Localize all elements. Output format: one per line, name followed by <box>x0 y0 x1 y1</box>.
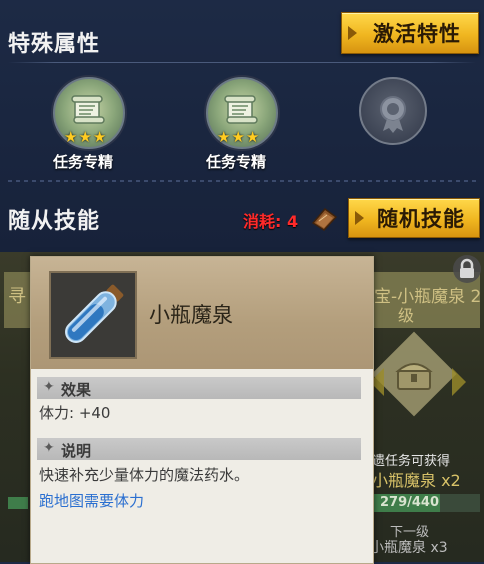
medal-icon <box>380 96 406 133</box>
potion-vial-icon <box>65 284 124 343</box>
skill-card-left-title: 寻 <box>8 286 26 307</box>
trait-stars-2: ★★★ <box>217 128 261 146</box>
activate-trait-label: 激活特性 <box>373 22 461 46</box>
description-text: 快速补充少量体力的魔法药水。 <box>39 466 250 484</box>
effect-section-header: ✦ 效果 <box>37 377 361 399</box>
item-name: 小瓶魔泉 <box>149 303 233 327</box>
skill-card-right-title-2: 级 <box>398 306 415 325</box>
special-attributes-title: 特殊属性 <box>8 32 101 57</box>
map-stamina-link[interactable]: 跑地图需要体力 <box>39 490 144 511</box>
trait-label-2: 任务专精 <box>206 153 267 171</box>
arrow-right-icon <box>348 26 357 40</box>
progress-bar-left <box>8 497 28 509</box>
lock-icon[interactable] <box>452 254 482 284</box>
random-skill-button[interactable]: 随机技能 <box>348 198 480 238</box>
scroll-icon <box>224 95 258 124</box>
next-level-item: 小瓶魔泉 x3 <box>370 540 448 556</box>
trait-slot-3-locked[interactable] <box>359 77 427 145</box>
divider <box>8 62 476 63</box>
trait-label-1: 任务专精 <box>53 153 114 171</box>
progress-text: 279/440 <box>380 495 440 510</box>
diamond-icon: ✦ <box>43 379 55 395</box>
chest-icon <box>395 363 433 390</box>
diamond-icon: ✦ <box>43 440 55 456</box>
skill-card-right-title: 宝-小瓶魔泉 2 <box>374 287 482 307</box>
book-icon <box>311 207 338 231</box>
follower-skills-title: 随从技能 <box>8 209 101 234</box>
activate-trait-button[interactable]: 激活特性 <box>341 12 479 54</box>
reward-item: 小瓶魔泉 x2 <box>372 471 461 490</box>
random-skill-label: 随机技能 <box>377 207 465 231</box>
item-tooltip: 小瓶魔泉 ✦ 效果 体力: +40 ✦ 说明 快速补充少量体力的魔法药水。 跑地… <box>30 256 374 564</box>
skill-cost-text: 消耗: 4 <box>243 212 299 231</box>
arrow-right-icon[interactable] <box>452 368 466 396</box>
item-icon-frame <box>49 271 137 359</box>
scroll-icon <box>71 95 105 124</box>
trait-stars-1: ★★★ <box>64 128 108 146</box>
description-section-header: ✦ 说明 <box>37 438 361 460</box>
arrow-right-icon <box>355 211 364 225</box>
effect-text: 体力: +40 <box>39 404 111 422</box>
description-header-label: 说明 <box>61 442 92 460</box>
effect-header-label: 效果 <box>61 381 92 399</box>
divider <box>8 180 476 182</box>
